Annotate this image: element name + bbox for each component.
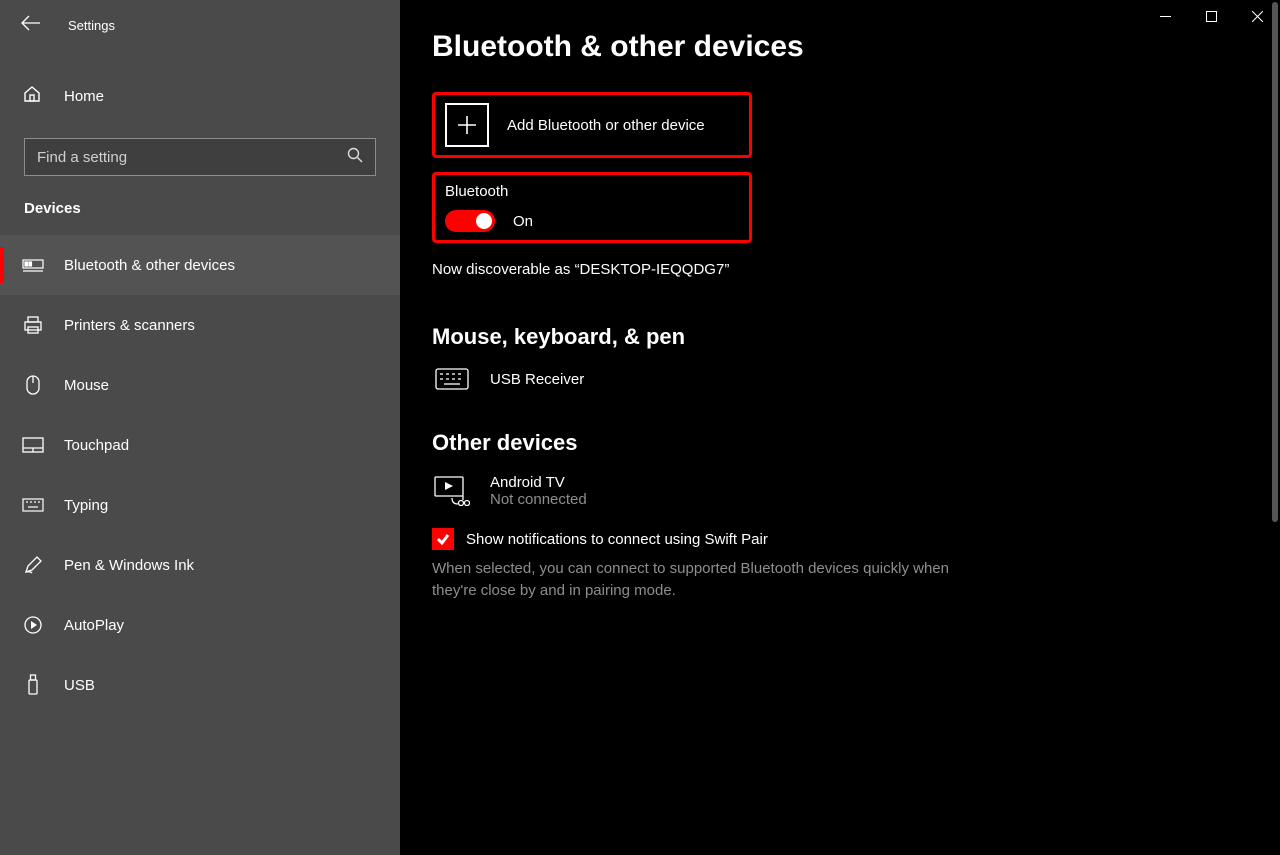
sidebar-item-mouse[interactable]: Mouse — [0, 355, 400, 415]
keyboard-icon — [432, 368, 472, 390]
keyboard-icon — [22, 498, 44, 512]
maximize-button[interactable] — [1188, 0, 1234, 32]
minimize-button[interactable] — [1142, 0, 1188, 32]
sidebar-item-touchpad[interactable]: Touchpad — [0, 415, 400, 475]
home-icon — [22, 84, 42, 109]
device-name: USB Receiver — [490, 371, 584, 388]
close-button[interactable] — [1234, 0, 1280, 32]
home-nav[interactable]: Home — [0, 72, 400, 120]
device-android-tv[interactable]: Android TV Not connected — [432, 474, 1280, 508]
sidebar-item-label: Touchpad — [64, 437, 129, 454]
bluetooth-devices-icon — [22, 256, 44, 274]
device-status: Not connected — [490, 491, 587, 508]
add-device-button[interactable]: Add Bluetooth or other device — [445, 103, 739, 147]
device-name: Android TV — [490, 474, 587, 491]
sidebar-item-usb[interactable]: USB — [0, 655, 400, 715]
swift-pair-label: Show notifications to connect using Swif… — [466, 531, 768, 548]
media-device-icon — [432, 476, 472, 506]
sidebar-section-label: Devices — [0, 200, 400, 217]
main-content: Bluetooth & other devices Add Bluetooth … — [400, 0, 1280, 855]
autoplay-icon — [22, 615, 44, 635]
bluetooth-toggle[interactable] — [445, 210, 495, 232]
touchpad-icon — [22, 437, 44, 453]
sidebar-item-label: Typing — [64, 497, 108, 514]
other-devices-heading: Other devices — [432, 430, 1280, 456]
sidebar-item-label: Pen & Windows Ink — [64, 557, 194, 574]
usb-icon — [22, 674, 44, 696]
bluetooth-label: Bluetooth — [445, 183, 739, 200]
sidebar-item-label: Printers & scanners — [64, 317, 195, 334]
swift-pair-description: When selected, you can connect to suppor… — [432, 558, 992, 602]
window-title: Settings — [68, 18, 115, 33]
printer-icon — [22, 315, 44, 335]
highlight-bluetooth-toggle: Bluetooth On — [432, 172, 752, 243]
search-box[interactable] — [24, 138, 376, 176]
highlight-add-device: Add Bluetooth or other device — [432, 92, 752, 158]
mouse-keyboard-pen-heading: Mouse, keyboard, & pen — [432, 324, 1280, 350]
sidebar-item-label: Bluetooth & other devices — [64, 257, 235, 274]
scrollbar[interactable] — [1272, 2, 1278, 522]
add-device-label: Add Bluetooth or other device — [507, 117, 705, 134]
search-input[interactable] — [37, 149, 330, 166]
sidebar-item-bluetooth[interactable]: Bluetooth & other devices — [0, 235, 400, 295]
sidebar-item-typing[interactable]: Typing — [0, 475, 400, 535]
back-button[interactable] — [20, 15, 42, 36]
sidebar-item-printers[interactable]: Printers & scanners — [0, 295, 400, 355]
discoverable-text: Now discoverable as “DESKTOP-IEQQDG7” — [432, 261, 1280, 278]
home-label: Home — [64, 88, 104, 105]
sidebar-item-label: USB — [64, 677, 95, 694]
window-controls — [1142, 0, 1280, 32]
sidebar: Settings Home Devices Bluetooth & oth — [0, 0, 400, 855]
mouse-icon — [22, 374, 44, 396]
plus-icon — [445, 103, 489, 147]
sidebar-item-pen[interactable]: Pen & Windows Ink — [0, 535, 400, 595]
search-icon — [347, 147, 363, 168]
page-title: Bluetooth & other devices — [432, 30, 1280, 64]
sidebar-item-label: Mouse — [64, 377, 109, 394]
pen-icon — [22, 555, 44, 575]
sidebar-item-label: AutoPlay — [64, 617, 124, 634]
sidebar-item-autoplay[interactable]: AutoPlay — [0, 595, 400, 655]
swift-pair-checkbox[interactable] — [432, 528, 454, 550]
device-usb-receiver[interactable]: USB Receiver — [432, 368, 1280, 390]
bluetooth-state: On — [513, 213, 533, 230]
